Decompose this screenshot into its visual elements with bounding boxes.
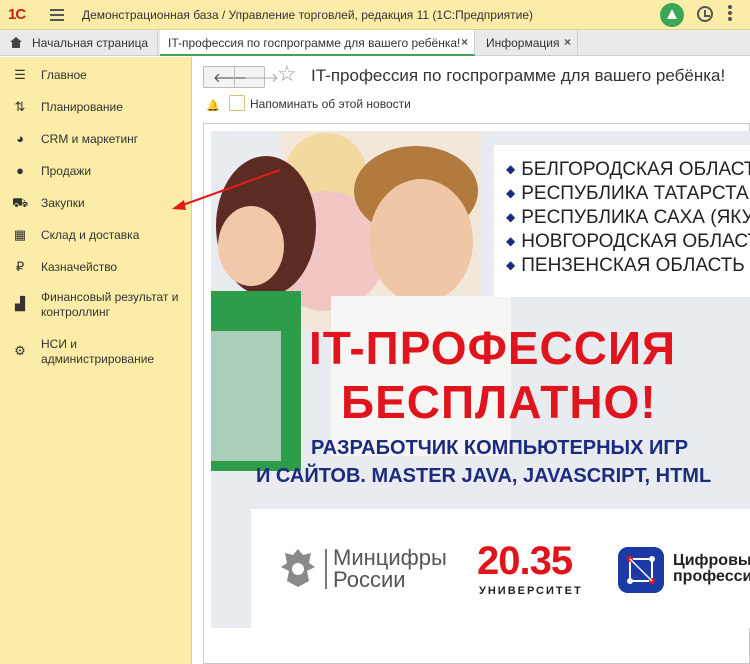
sidebar: ☰ Главное ⇅ Планирование ◕ CRM и маркети…: [0, 57, 192, 664]
sidebar-item-admin[interactable]: ⚙ НСИ и администрирование: [0, 336, 190, 372]
planning-icon: ⇅: [14, 99, 26, 114]
bell-icon: 🔔: [206, 100, 220, 112]
university-number: 20.35: [477, 539, 573, 583]
app-title: Демонстрационная база / Управление торго…: [82, 8, 534, 22]
sidebar-item-main[interactable]: ☰ Главное: [0, 67, 190, 89]
news-frame: БЕЛГОРОДСКАЯ ОБЛАСТЬ РЕСПУБЛИКА ТАТАРСТА…: [203, 123, 750, 664]
cifr-line-1: Цифровые: [673, 552, 750, 569]
tab-bar: Начальная страница IT-профессия по госпр…: [0, 30, 750, 56]
sidebar-item-planning[interactable]: ⇅ Планирование: [0, 99, 190, 121]
sidebar-item-label: CRM и маркетинг: [41, 132, 139, 146]
tab-information[interactable]: Информация ×: [478, 30, 578, 56]
tab-home[interactable]: Начальная страница: [0, 30, 158, 56]
cart-icon: ⛟: [12, 195, 29, 210]
region-item: БЕЛГОРОДСКАЯ ОБЛАСТЬ: [506, 159, 750, 181]
back-arrow-icon[interactable]: 🡐: [213, 71, 248, 84]
ruble-icon: ₽: [15, 259, 25, 274]
headline-2: БЕСПЛАТНО!: [341, 376, 657, 428]
sidebar-item-label: Закупки: [41, 196, 85, 210]
headline-1: IT-ПРОФЕССИЯ: [309, 322, 677, 374]
list-icon: ☰: [14, 67, 26, 82]
star-icon[interactable]: ☆: [277, 63, 297, 85]
region-item: НОВГОРОДСКАЯ ОБЛАСТЬ: [506, 231, 750, 253]
news-banner-image: БЕЛГОРОДСКАЯ ОБЛАСТЬ РЕСПУБЛИКА ТАТАРСТА…: [211, 131, 750, 628]
sidebar-item-label: Планирование: [41, 100, 123, 114]
bag-icon: ●: [16, 163, 24, 178]
partner-logos: Минцифры России 20.35 УНИВЕРСИТЕТ Цифров…: [251, 509, 750, 628]
eagle-emblem: [281, 549, 315, 587]
history-icon[interactable]: [697, 6, 713, 22]
subheadline-1: РАЗРАБОТЧИК КОМПЬЮТЕРНЫХ ИГР: [311, 437, 689, 459]
menu-icon[interactable]: [50, 9, 64, 21]
region-item: РЕСПУБЛИКА ТАТАРСТАН: [506, 183, 750, 205]
bar-chart-icon: ▟: [15, 296, 25, 311]
digital-professions-logo: Цифровые профессии: [673, 553, 750, 585]
gear-icon: ⚙: [14, 343, 26, 358]
page-title: IT-профессия по госпрограмме для вашего …: [311, 66, 726, 85]
app-logo[interactable]: 1С: [8, 6, 26, 23]
sidebar-item-label: Продажи: [41, 164, 92, 178]
warehouse-icon: ▦: [13, 227, 27, 242]
history-nav: 🡐 🡒: [203, 66, 279, 88]
subheadline-2: И САЙТОВ. MASTER JAVA, JAVASCRIPT, HTML: [256, 465, 712, 487]
mincifry-logo: Минцифры России: [333, 547, 447, 591]
sidebar-item-label: Склад и доставка: [41, 228, 140, 242]
tab-label: Начальная страница: [32, 36, 149, 50]
close-icon[interactable]: ×: [564, 35, 571, 49]
tab-label: Информация: [486, 36, 560, 50]
cifr-line-2: профессии: [673, 568, 750, 585]
tab-label: IT-профессия по госпрограмме для вашего …: [168, 36, 461, 50]
university-label: УНИВЕРСИТЕТ: [479, 585, 583, 597]
forward-arrow-icon[interactable]: 🡒: [244, 71, 279, 84]
remind-checkbox[interactable]: [229, 95, 245, 111]
sidebar-item-warehouse[interactable]: ▦ Склад и доставка: [0, 227, 190, 249]
sidebar-item-finance[interactable]: ▟ Финансовый результат и контроллинг: [0, 289, 190, 325]
close-icon[interactable]: ×: [461, 35, 468, 49]
news-content: 🡐 🡒 ☆ IT-профессия по госпрограмме для в…: [193, 57, 750, 664]
digital-professions-logo-icon: [618, 547, 664, 593]
sidebar-item-crm[interactable]: ◕ CRM и маркетинг: [0, 131, 190, 153]
sidebar-item-label: НСИ и администрирование: [41, 337, 155, 366]
home-icon: [10, 37, 22, 48]
region-item: ПЕНЗЕНСКАЯ ОБЛАСТЬ: [506, 255, 745, 277]
pie-chart-icon: ◕: [16, 131, 24, 146]
notifications-icon[interactable]: [660, 3, 684, 27]
region-item: РЕСПУБЛИКА САХА (ЯКУТИЯ): [506, 207, 750, 229]
remind-label[interactable]: Напоминать об этой новости: [250, 97, 411, 111]
more-icon[interactable]: [728, 5, 732, 23]
regions-list: БЕЛГОРОДСКАЯ ОБЛАСТЬ РЕСПУБЛИКА ТАТАРСТА…: [494, 145, 750, 297]
title-bar: 1С Демонстрационная база / Управление то…: [0, 0, 750, 30]
tab-news[interactable]: IT-профессия по госпрограмме для вашего …: [160, 30, 475, 56]
sidebar-item-label: Финансовый результат и контроллинг: [41, 290, 179, 319]
sidebar-item-label: Главное: [41, 68, 87, 82]
sidebar-item-treasury[interactable]: ₽ Казначейство: [0, 259, 190, 281]
mincifry-line-2: России: [333, 567, 406, 592]
sidebar-item-label: Казначейство: [41, 260, 118, 274]
sidebar-item-sales[interactable]: ● Продажи: [0, 163, 190, 185]
sidebar-item-purchases[interactable]: ⛟ Закупки: [0, 195, 190, 217]
